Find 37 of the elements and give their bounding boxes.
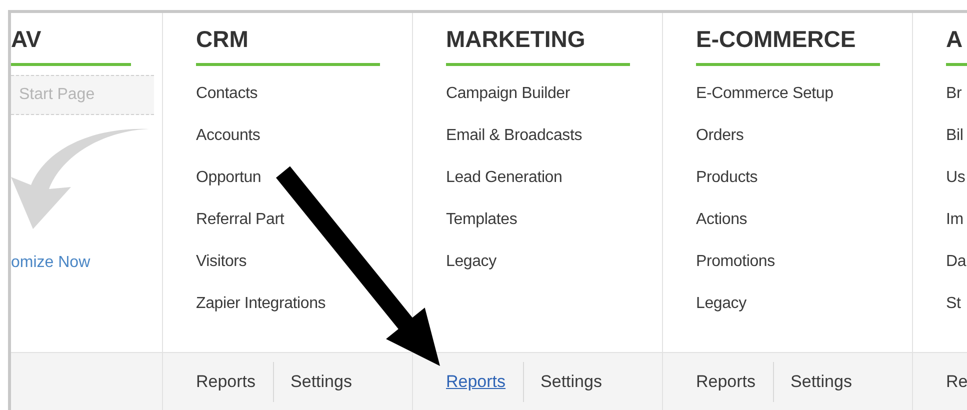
- menu-item[interactable]: Da: [946, 241, 966, 283]
- menu-item[interactable]: Products: [696, 157, 758, 199]
- footer-link[interactable]: Settings: [540, 368, 602, 394]
- menu-item[interactable]: Templates: [446, 199, 518, 241]
- menu-item[interactable]: Us: [946, 157, 966, 199]
- menu-item[interactable]: Referral Part: [196, 199, 284, 241]
- column-heading: CRM: [196, 23, 380, 66]
- customize-link[interactable]: omize Now: [11, 251, 90, 275]
- menu-item[interactable]: Visitors: [196, 241, 247, 283]
- column-heading: E-COMMERCE: [696, 23, 880, 66]
- menu-item[interactable]: Orders: [696, 115, 744, 157]
- menu-item[interactable]: Legacy: [446, 241, 496, 283]
- footer-link[interactable]: Reports: [446, 368, 506, 394]
- menu-item[interactable]: Bil: [946, 115, 964, 157]
- menu-item[interactable]: Campaign Builder: [446, 73, 570, 115]
- menu-item[interactable]: Accounts: [196, 115, 260, 157]
- footer-link[interactable]: Re: [946, 368, 967, 394]
- menu-item[interactable]: Promotions: [696, 241, 775, 283]
- menu-item[interactable]: St: [946, 283, 961, 325]
- column-heading: MARKETING: [446, 23, 630, 66]
- menu-item[interactable]: Lead Generation: [446, 157, 562, 199]
- menu-item[interactable]: Contacts: [196, 73, 258, 115]
- menu-item[interactable]: Legacy: [696, 283, 746, 325]
- column-heading: A: [946, 23, 967, 66]
- menu-item[interactable]: Actions: [696, 199, 748, 241]
- footer-link[interactable]: Settings: [790, 368, 852, 394]
- start-page-field[interactable]: Start Page: [11, 75, 154, 115]
- column-heading: AV: [11, 23, 131, 66]
- menu-item[interactable]: Br: [946, 73, 962, 115]
- menu-item[interactable]: Email & Broadcasts: [446, 115, 582, 157]
- footer-link[interactable]: Reports: [196, 368, 256, 394]
- menu-item[interactable]: Opportun: [196, 157, 262, 199]
- menu-item[interactable]: E-Commerce Setup: [696, 73, 834, 115]
- menu-item[interactable]: Zapier Integrations: [196, 283, 326, 325]
- footer-link[interactable]: Reports: [696, 368, 756, 394]
- footer-link[interactable]: Settings: [290, 368, 352, 394]
- menu-item[interactable]: Im: [946, 199, 964, 241]
